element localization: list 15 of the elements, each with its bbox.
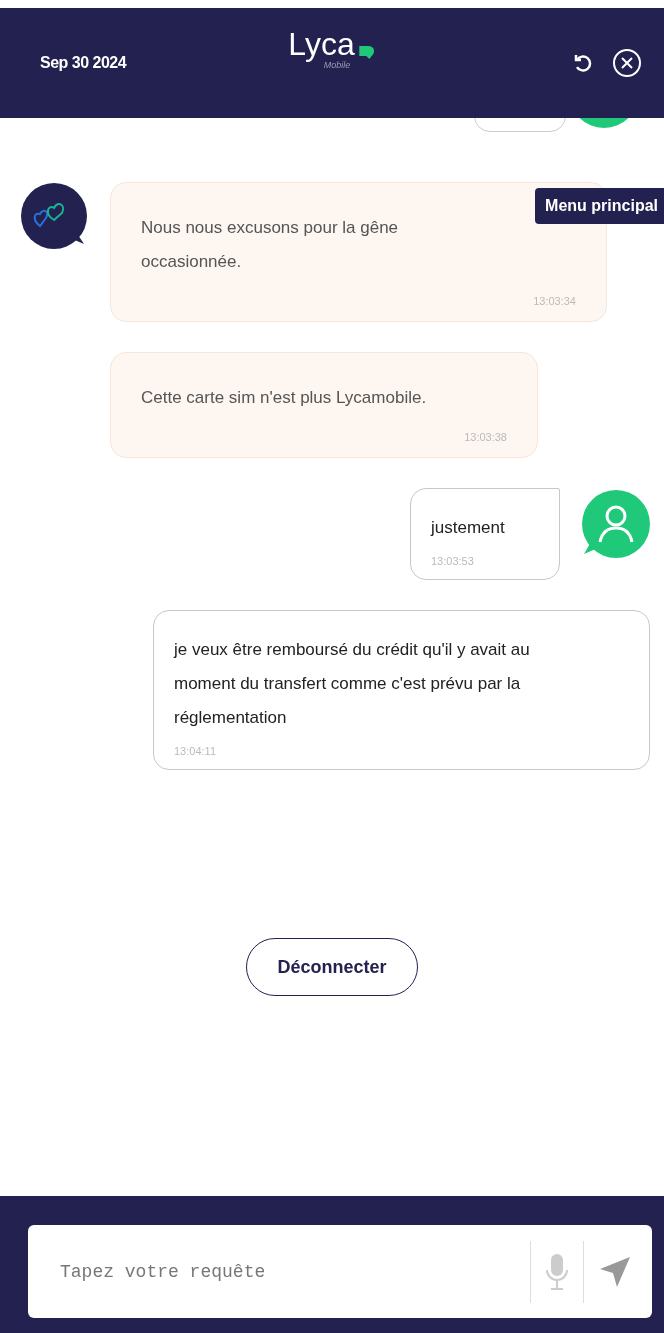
brand-logo: Lyca bbox=[288, 28, 355, 60]
disconnect-button[interactable]: Déconnecter bbox=[246, 938, 418, 996]
message-text: Cette carte sim n'est plus Lycamobile. bbox=[141, 387, 428, 409]
brand-subtitle: Mobile bbox=[323, 60, 351, 70]
message-text: je veux être remboursé du crédit qu'il y avait au moment du transfert comme c'est prévu par la réglementation bbox=[174, 639, 531, 729]
message-time: 13:03:34 bbox=[533, 295, 576, 307]
message-text: justement bbox=[431, 517, 506, 539]
send-button[interactable] bbox=[598, 1254, 632, 1289]
menu-tooltip[interactable]: Menu principal bbox=[535, 188, 664, 224]
date-label: Sep 30 2024 bbox=[40, 54, 127, 72]
close-button[interactable] bbox=[612, 48, 642, 78]
message-time: 13:03:38 bbox=[464, 431, 507, 443]
message-text: Nous nous excusons pour la gêne occasionnée. bbox=[141, 217, 400, 273]
message-time: 13:03:53 bbox=[431, 555, 474, 567]
message-time: 13:04:11 bbox=[174, 745, 216, 757]
